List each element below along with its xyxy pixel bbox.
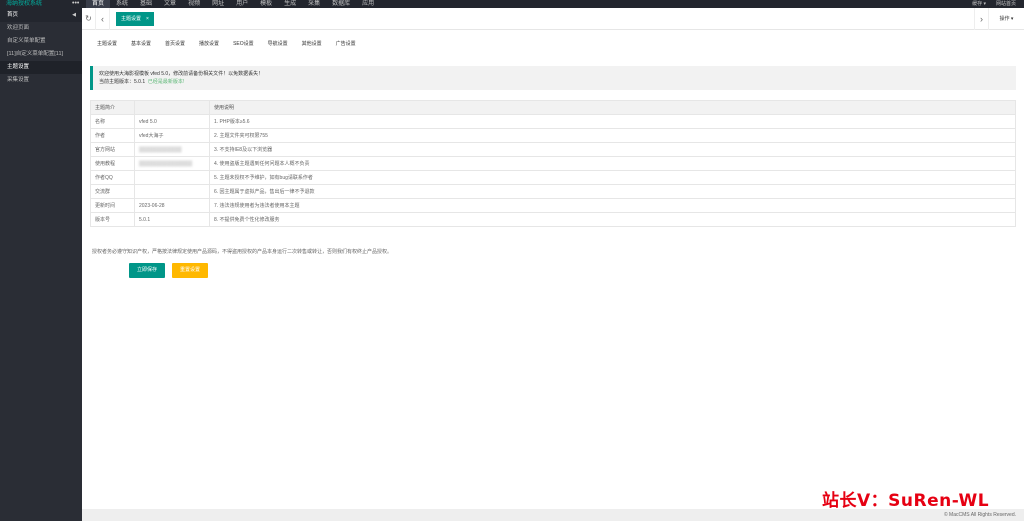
topnav-item-database[interactable]: 数据库 [326,0,356,8]
sidebar-item-theme-settings[interactable]: 主题设置 [0,61,82,74]
table-cell-note: 6. 因主题属于虚拟产品，售出后一律不予退款 [209,184,1016,199]
table-row: 官方网站 ████████████ 3. 不支持IE8及以下浏览器 [90,142,1016,157]
reset-button[interactable]: 重置设置 [172,263,209,278]
topnav-item-apps[interactable]: 应用 [356,0,380,8]
topnav-item-user[interactable]: 用户 [230,0,254,8]
refresh-icon[interactable]: ↻ [82,8,96,30]
close-icon[interactable]: × [146,12,149,26]
sidebar-item-collect-settings[interactable]: 采集设置 [0,74,82,87]
subtab-player[interactable]: 播放设置 [192,39,226,49]
welcome-notice: 欢迎使用大海影视模板 vfed 5.0，修改前请备份相关文件！以免数据丢失！ 当… [90,66,1016,90]
tab-prev-icon[interactable]: ‹ [96,8,110,30]
top-nav: 首页 系统 基础 文章 视频 网址 用户 模板 生成 采集 数据库 应用 [86,0,380,8]
table-row: 更新时间 2023-06-28 7. 违法违规使用者为违法者使用本主题 [90,198,1016,213]
sidebar-item-welcome[interactable]: 欢迎页面 [0,22,82,35]
table-cell-value: 2023-06-28 [134,198,210,213]
topnav-item-home[interactable]: 首页 [86,0,111,8]
watermark-text: 站长V：SuRen-WL [822,491,990,511]
table-cell-key: 作者 [90,128,135,143]
table-header: 主题简介 [90,100,135,115]
table-cell-value: ████████████ [134,142,210,157]
table-row: 作者QQ 5. 主题未授权不予维护，如有bug请联系作者 [90,170,1016,185]
topnav-item-basic[interactable]: 基础 [134,0,158,8]
table-cell-value [134,170,210,185]
top-right-links: 缓存 ▾ 网站首页 [972,0,1016,8]
table-row: 版本号 5.0.1 8. 不提供免费个性化修改服务 [90,212,1016,227]
table-cell-note: 7. 违法违规使用者为违法者使用本主题 [209,198,1016,213]
table-row: 作者 vfed大海子 2. 主题文件夹可权限755 [90,128,1016,143]
sidebar-item-custom-menu-2[interactable]: [11]自定义菜单配置[11] [0,48,82,61]
table-cell-key: 作者QQ [90,170,135,185]
version-status: 已经是最新版本! [147,79,185,85]
collapse-caret-icon[interactable]: ◀ [72,8,76,22]
table-cell-key: 交流群 [90,184,135,199]
brand-logo[interactable]: 海纳授权系统 [6,0,42,8]
table-cell-value: ███████████████ [134,156,210,171]
tab-bar: ↻ ‹ 主题设置 × › 操作 ▾ [82,8,1024,30]
topnav-item-video[interactable]: 视频 [182,0,206,8]
table-cell-value [134,184,210,199]
topnav-item-template[interactable]: 模板 [254,0,278,8]
table-row: 名称 vfed 5.0 1. PHP版本≥5.6 [90,114,1016,129]
license-note: 授权者务必遵守知识产权，严格按法律规定使用产品源码，不得盗用授权的产品本身运行二… [92,249,393,255]
subtab-home[interactable]: 首页设置 [158,39,192,49]
table-cell-key: 官方网站 [90,142,135,157]
subtab-theme[interactable]: 主题设置 [90,39,124,49]
subtab-ads[interactable]: 广告设置 [329,39,363,49]
notice-line-1: 欢迎使用大海影视模板 vfed 5.0，修改前请备份相关文件！以免数据丢失！ [99,71,264,77]
table-cell-note: 3. 不支持IE8及以下浏览器 [209,142,1016,157]
site-home-link[interactable]: 网站首页 [996,0,1016,8]
subtab-nav[interactable]: 导航设置 [261,39,295,49]
topnav-item-system[interactable]: 系统 [110,0,134,8]
topnav-item-website[interactable]: 网址 [206,0,230,8]
table-cell-key: 版本号 [90,212,135,227]
table-cell-value: 5.0.1 [134,212,210,227]
subtab-seo[interactable]: SEO设置 [226,39,261,49]
tab-label: 主题设置 [121,16,142,22]
settings-subtabs: 主题设置 基本设置 首页设置 播放设置 SEO设置 导航设置 其他设置 广告设置 [90,39,363,49]
cache-menu[interactable]: 缓存 ▾ [972,0,986,8]
table-row: 使用教程 ███████████████ 4. 使用盗版主题遇到任何问题本人概不… [90,156,1016,171]
table-cell-note: 4. 使用盗版主题遇到任何问题本人概不负责 [209,156,1016,171]
main-panel: ↻ ‹ 主题设置 × › 操作 ▾ 主题设置 基本设置 首页设置 播放设置 SE… [82,8,1024,521]
table-cell-key: 更新时间 [90,198,135,213]
copyright-text: © MacCMS All Rights Reserved. [943,512,1016,518]
tab-operations-menu[interactable]: 操作 ▾ [988,8,1024,30]
sidebar-header-label: 首页 [7,12,19,18]
page-footer: © MacCMS All Rights Reserved. [82,509,1024,521]
table-cell-value: vfed大海子 [134,128,210,143]
save-button[interactable]: 立即保存 [129,263,166,278]
sidebar: 首页 ◀ 欢迎页面 自定义菜单配置 [11]自定义菜单配置[11] 主题设置 采… [0,8,82,521]
table-cell-key: 使用教程 [90,156,135,171]
tab-theme-settings[interactable]: 主题设置 × [116,12,154,26]
version-label: 当前主题版本：5.0.1 [99,79,146,85]
sidebar-header[interactable]: 首页 ◀ [0,8,82,22]
top-bar: 海纳授权系统 ••• 首页 系统 基础 文章 视频 网址 用户 模板 生成 采集… [0,0,1024,8]
table-row: 交流群 6. 因主题属于虚拟产品，售出后一律不予退款 [90,184,1016,199]
notice-line-2: 当前主题版本：5.0.1 已经是最新版本! [99,78,1010,86]
table-header: 使用说明 [209,100,1016,115]
topnav-item-generate[interactable]: 生成 [278,0,302,8]
table-cell-note: 8. 不提供免费个性化修改服务 [209,212,1016,227]
table-cell-note: 2. 主题文件夹可权限755 [209,128,1016,143]
table-header [134,100,210,115]
tab-next-icon[interactable]: › [974,8,988,30]
subtab-basic[interactable]: 基本设置 [124,39,158,49]
topnav-item-article[interactable]: 文章 [158,0,182,8]
subtab-other[interactable]: 其他设置 [295,39,329,49]
theme-info-table: 主题简介 使用说明 名称 vfed 5.0 1. PHP版本≥5.6 作者 vf… [90,100,1016,227]
table-cell-key: 名称 [90,114,135,129]
table-cell-note: 1. PHP版本≥5.6 [209,114,1016,129]
table-cell-note: 5. 主题未授权不予维护，如有bug请联系作者 [209,170,1016,185]
topnav-item-collect[interactable]: 采集 [302,0,326,8]
table-header-row: 主题简介 使用说明 [90,100,1016,115]
table-cell-value: vfed 5.0 [134,114,210,129]
sidebar-item-custom-menu[interactable]: 自定义菜单配置 [0,35,82,48]
more-icon[interactable]: ••• [72,0,79,8]
